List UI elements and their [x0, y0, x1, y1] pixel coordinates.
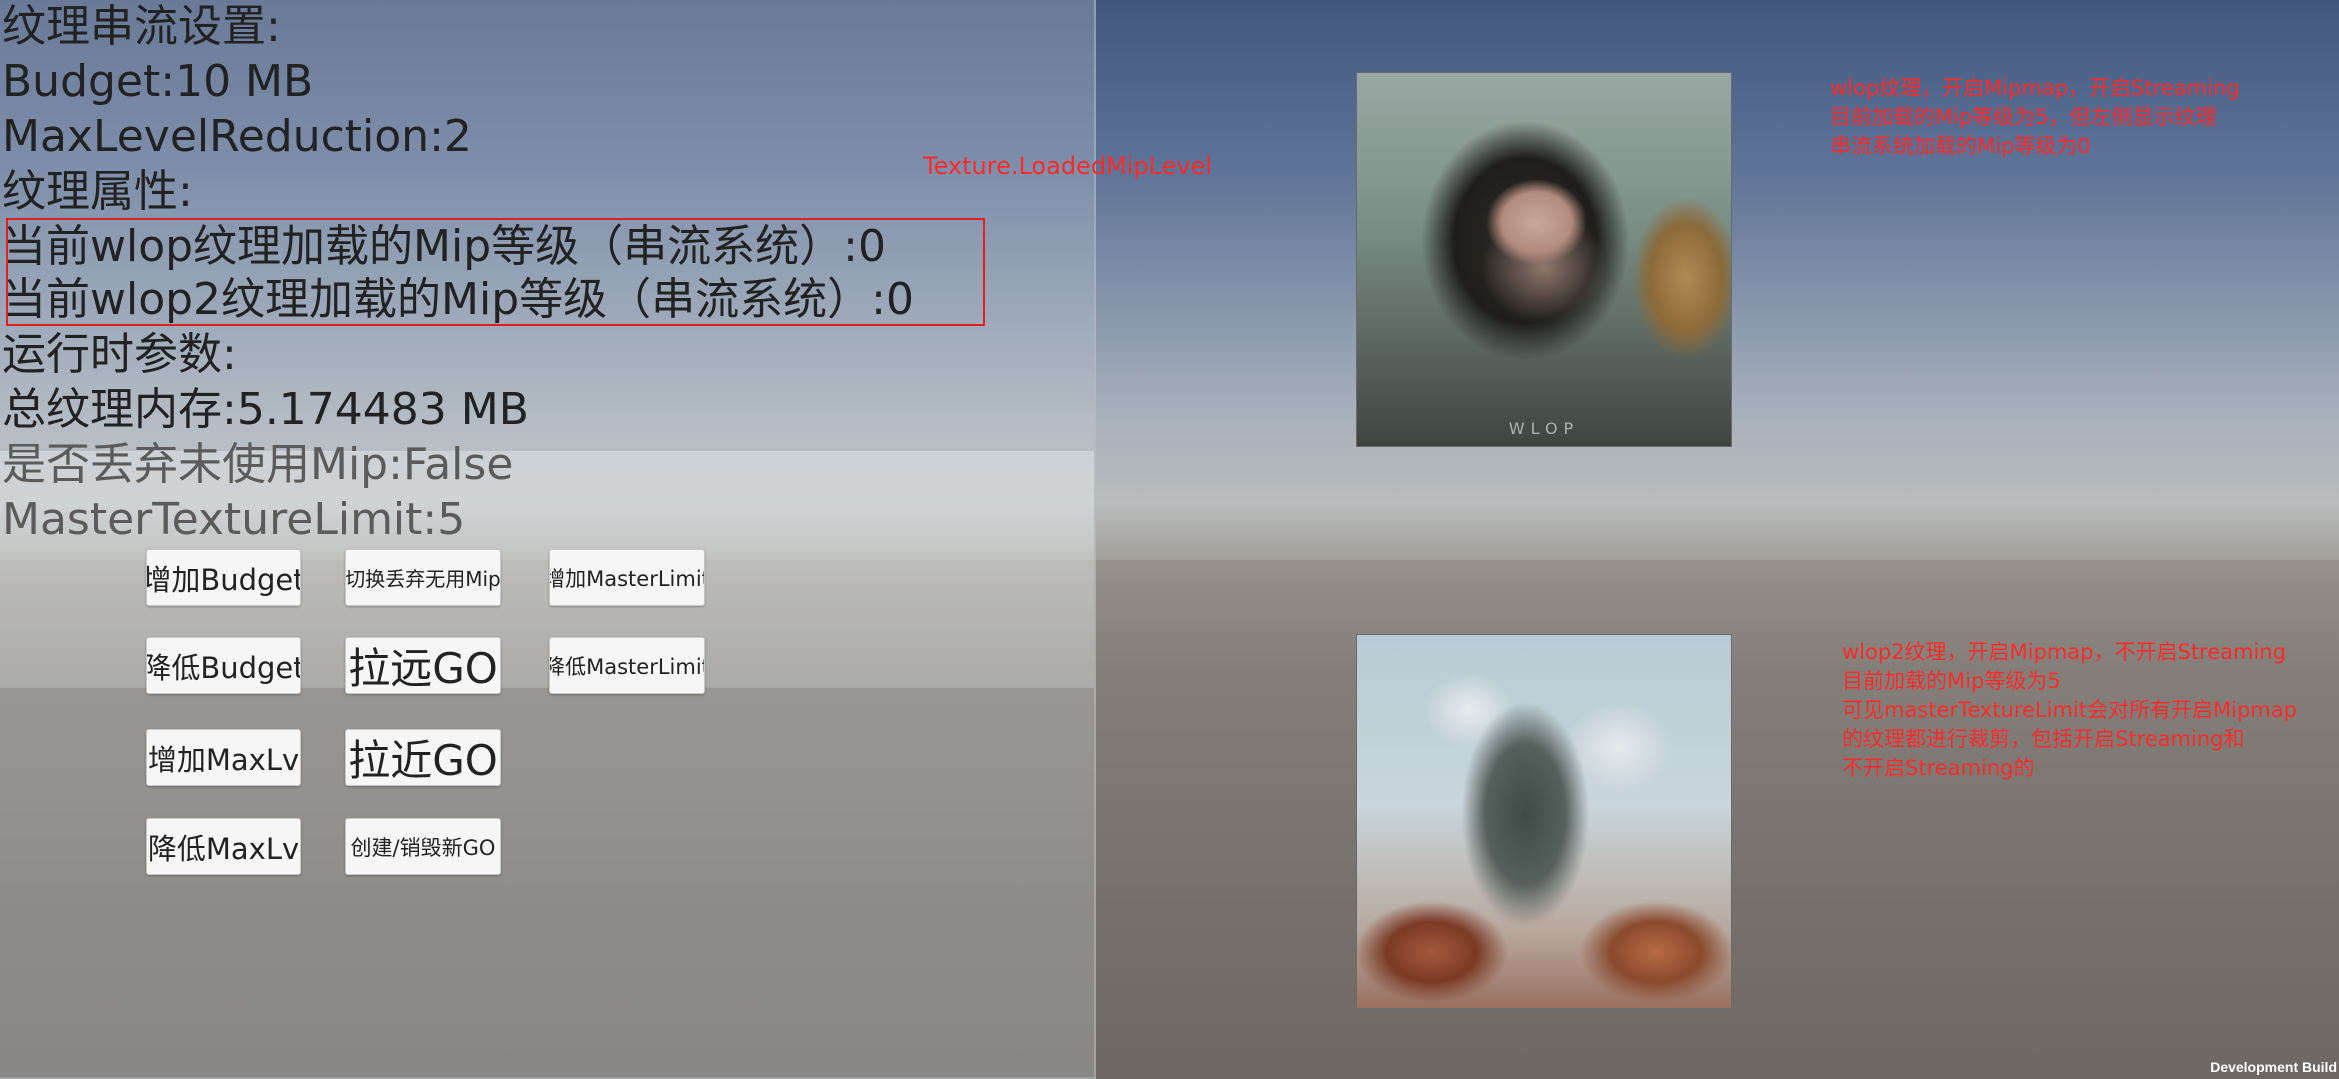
add-master-limit-button[interactable]: 增加MasterLimit — [549, 549, 705, 606]
label-streaming-settings: 纹理串流设置: — [2, 1, 281, 52]
toggle-discard-mip-button[interactable]: 切换丢弃无用Mip — [345, 549, 501, 606]
loaded-mip-level-annotation: Texture.LoadedMipLevel — [923, 152, 1213, 180]
mip-level-highlight-box — [6, 218, 985, 326]
create-destroy-go-button[interactable]: 创建/销毁新GO — [345, 818, 501, 875]
reduce-max-lv-button[interactable]: 降低MaxLv — [146, 818, 301, 875]
label-runtime-params: 运行时参数: — [2, 329, 237, 380]
label-max-level-reduction: MaxLevelReduction:2 — [2, 111, 472, 162]
wlop-texture-quad: WLOP — [1356, 72, 1732, 447]
pull-near-button[interactable]: 拉近GO — [345, 729, 501, 786]
wlop2-note-line-4: 的纹理都进行裁剪，包括开启Streaming和 — [1842, 727, 2245, 751]
pull-far-button[interactable]: 拉远GO — [345, 637, 501, 694]
wlop-note-line-3: 串流系统加载的Mip等级为0 — [1830, 134, 2091, 158]
add-max-lv-button[interactable]: 增加MaxLv — [146, 729, 301, 786]
label-total-texture-memory: 总纹理内存:5.174483 MB — [2, 384, 529, 435]
wlop2-note-line-1: wlop2纹理，开启Mipmap，不开启Streaming — [1842, 640, 2286, 664]
add-budget-button[interactable]: 增加Budget — [146, 549, 301, 606]
wlop-note-line-2: 目前加载的Mip等级为5，但左侧显示纹理 — [1830, 105, 2217, 129]
reduce-master-limit-button[interactable]: 降低MasterLimit — [549, 637, 705, 694]
label-budget: Budget:10 MB — [2, 56, 314, 107]
reduce-budget-button[interactable]: 降低Budget — [146, 637, 301, 694]
label-texture-properties: 纹理属性: — [2, 166, 193, 217]
wlop2-note-line-3: 可见masterTextureLimit会对所有开启Mipmap — [1842, 698, 2297, 722]
development-build-label: Development Build — [2210, 1059, 2337, 1075]
wlop2-note-line-2: 目前加载的Mip等级为5 — [1842, 669, 2061, 693]
label-master-texture-limit: MasterTextureLimit:5 — [2, 494, 466, 545]
wlop-note-line-1: wlop纹理，开启Mipmap，开启Streaming — [1830, 76, 2240, 100]
label-discard-unused-mips: 是否丢弃未使用Mip:False — [2, 439, 514, 490]
wlop-texture-caption: WLOP — [1508, 419, 1580, 438]
wlop2-texture-quad — [1356, 634, 1732, 1009]
wlop2-note-line-5: 不开启Streaming的 — [1842, 756, 2035, 780]
